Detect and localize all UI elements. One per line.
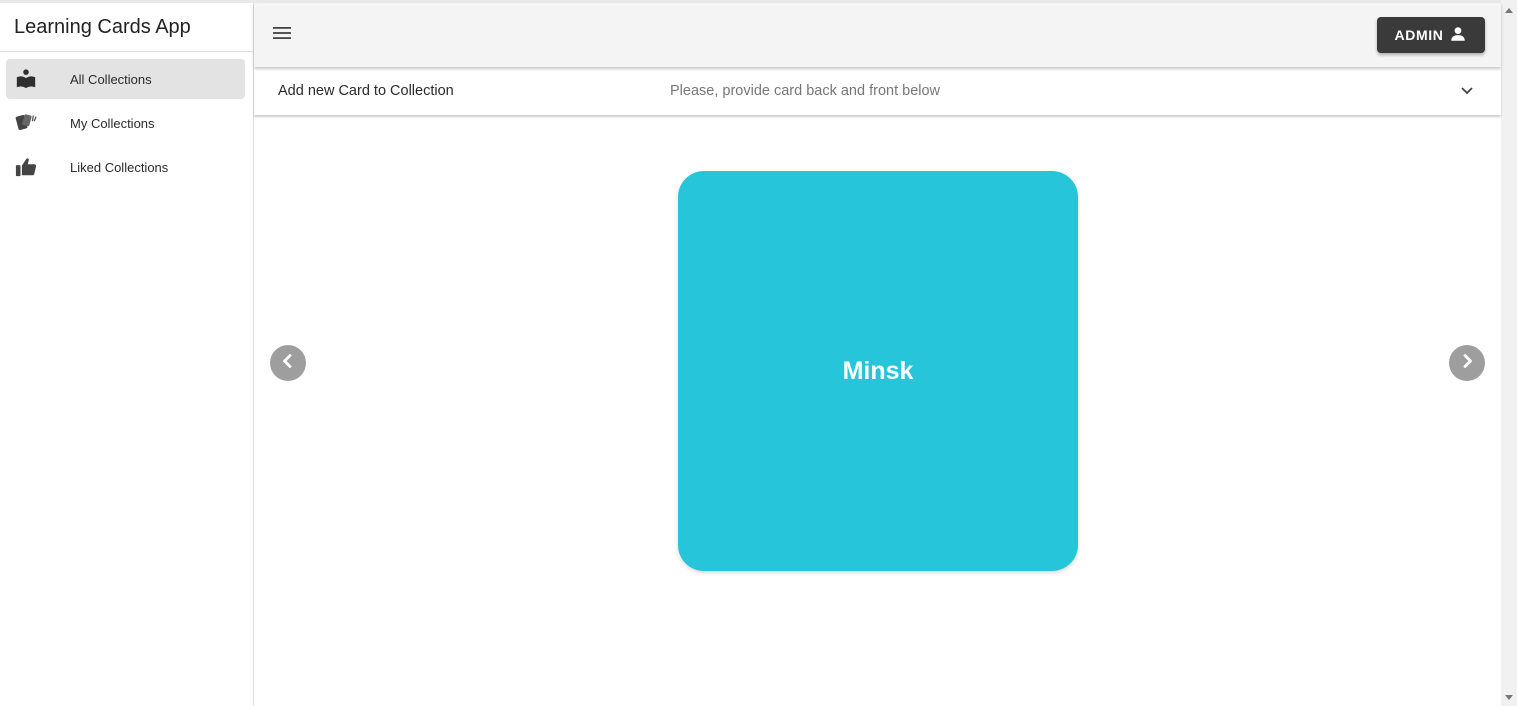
app-title: Learning Cards App — [0, 3, 253, 52]
flash-card[interactable]: Minsk — [678, 171, 1078, 571]
sidebar-item-label: All Collections — [70, 71, 152, 87]
cards-icon — [6, 103, 46, 143]
expander-title: Add new Card to Collection — [278, 83, 454, 99]
admin-button-label: ADMIN — [1394, 27, 1444, 43]
sidebar-item-label: My Collections — [70, 115, 155, 131]
sidebar-item-liked-collections[interactable]: Liked Collections — [6, 147, 245, 187]
sidebar-item-my-collections[interactable]: My Collections — [6, 103, 245, 143]
person-icon — [1449, 25, 1467, 46]
book-reader-icon — [6, 59, 46, 99]
add-card-expander[interactable]: Add new Card to Collection Please, provi… — [254, 67, 1501, 115]
admin-user-button[interactable]: ADMIN — [1377, 17, 1485, 53]
sidebar-item-all-collections[interactable]: All Collections — [6, 59, 245, 99]
main-content: ADMIN Add new Card to Collection Please,… — [254, 3, 1501, 706]
previous-card-button[interactable] — [270, 345, 306, 381]
next-card-button[interactable] — [1449, 345, 1485, 381]
vertical-scrollbar[interactable] — [1501, 0, 1517, 706]
sidebar-item-label: Liked Collections — [70, 159, 169, 175]
chevron-left-icon — [280, 353, 296, 374]
hamburger-icon — [272, 25, 292, 46]
thumbs-up-icon — [6, 147, 46, 187]
card-text: Minsk — [842, 356, 914, 385]
sidebar: Learning Cards App All Collections My Co… — [0, 3, 254, 706]
chevron-right-icon — [1459, 353, 1475, 374]
expander-subtitle: Please, provide card back and front belo… — [670, 83, 941, 99]
app-bar: ADMIN — [254, 3, 1501, 67]
scroll-up-icon[interactable] — [1501, 2, 1517, 18]
chevron-down-icon[interactable] — [1459, 83, 1475, 99]
scroll-down-icon[interactable] — [1501, 690, 1517, 706]
menu-button[interactable] — [268, 21, 296, 49]
sidebar-nav: All Collections My Collections Liked Col… — [0, 52, 253, 187]
